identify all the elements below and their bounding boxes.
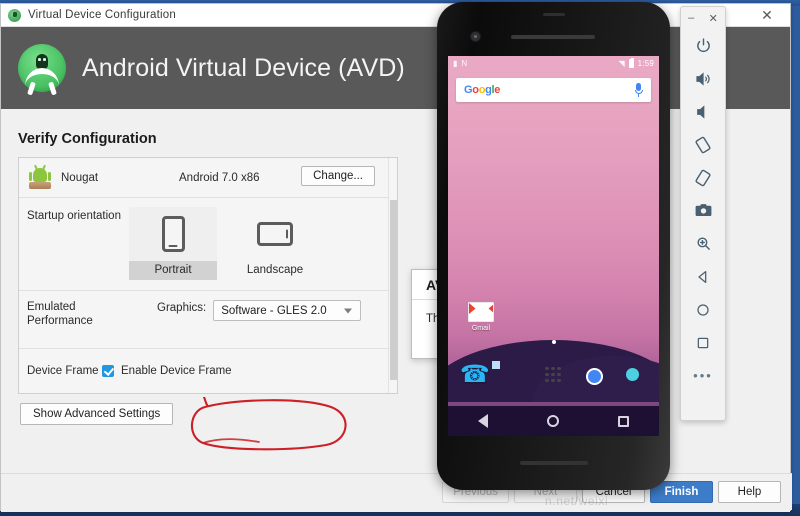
microphone-icon[interactable]: [634, 83, 643, 97]
virtual-device-configuration-window: Virtual Device Configuration ✕ Android V…: [0, 3, 792, 512]
home-app-gmail-label: Gmail: [471, 325, 491, 332]
close-icon[interactable]: ✕: [744, 4, 790, 26]
home-icon[interactable]: [686, 293, 720, 326]
camera-icon[interactable]: [686, 194, 720, 227]
system-image-name: Nougat: [61, 171, 99, 184]
help-button[interactable]: Help: [718, 481, 781, 503]
graphics-label: Graphics:: [157, 302, 207, 314]
graphics-dropdown-value: Software - GLES 2.0: [221, 304, 327, 317]
overview-icon[interactable]: [686, 326, 720, 359]
gmail-icon: [468, 302, 494, 322]
phone-landscape-icon: [231, 207, 319, 261]
emulated-performance-label: Emulated Performance: [27, 300, 129, 328]
status-bar-clock: 1:59: [637, 59, 654, 68]
battery-icon: [628, 57, 634, 68]
graphics-dropdown[interactable]: Software - GLES 2.0: [213, 300, 362, 321]
speaker-grille-top: [542, 13, 565, 16]
orientation-option-portrait-label: Portrait: [129, 261, 217, 280]
device-frame-row: Device Frame Enable Device Frame: [19, 349, 397, 392]
phone-portrait-icon: [129, 207, 217, 261]
emulator-device-frame[interactable]: ▮ N ◥ 1:59 Google Gmail ☎: [437, 2, 670, 490]
red-ellipse-annotation: [190, 397, 347, 451]
nav-overview-square-icon[interactable]: [618, 415, 630, 427]
app-drawer-icon[interactable]: [539, 361, 567, 389]
change-button[interactable]: Change...: [301, 166, 375, 186]
startup-orientation-label: Startup orientation: [27, 210, 121, 222]
enable-device-frame-label: Enable Device Frame: [121, 364, 232, 377]
show-advanced-settings-button[interactable]: Show Advanced Settings: [20, 403, 174, 425]
emulated-performance-row: Emulated Performance Graphics: Software …: [19, 291, 397, 349]
app-dock: ☎: [448, 352, 659, 398]
toolbar-window-controls: – ✕: [681, 7, 725, 29]
system-image-api: Android 7.0 x86: [179, 171, 260, 184]
rotate-left-icon[interactable]: [686, 128, 720, 161]
page-dot-icon: [551, 340, 556, 344]
nav-home-circle-icon[interactable]: [546, 415, 559, 427]
earpiece-icon: [511, 35, 595, 39]
emulator-toolbar: – ✕ •••: [680, 6, 726, 421]
window-title: Virtual Device Configuration: [28, 9, 176, 21]
navigation-bar: [448, 406, 659, 436]
emulator-screen[interactable]: ▮ N ◥ 1:59 Google Gmail ☎: [448, 56, 659, 436]
wizard-body: Verify Configuration Nougat Android 7.0 …: [1, 109, 790, 512]
avd-banner: Android Virtual Device (AVD): [1, 27, 790, 109]
wifi-icon: ◥: [618, 58, 625, 68]
phone-dialer-icon[interactable]: ☎: [460, 361, 490, 389]
chevron-down-icon: [344, 308, 353, 313]
speaker-grille-bottom: [519, 461, 588, 465]
enable-device-frame-checkbox[interactable]: [102, 364, 114, 377]
wizard-footer: Previous Next Cancel Finish Help: [1, 473, 792, 510]
volume-down-icon[interactable]: [686, 95, 720, 128]
banner-title: Android Virtual Device (AVD): [82, 53, 405, 82]
perf-label-line1: Emulated: [27, 301, 76, 313]
orientation-option-portrait[interactable]: Portrait: [129, 207, 217, 290]
power-icon[interactable]: [686, 29, 720, 62]
nav-back-triangle-icon[interactable]: [477, 414, 488, 428]
messages-icon[interactable]: [491, 361, 528, 389]
rotate-right-icon[interactable]: [686, 161, 720, 194]
back-icon[interactable]: [686, 260, 720, 293]
sim-card-icon: ▮: [453, 58, 458, 68]
google-search-widget[interactable]: Google: [456, 78, 651, 102]
panel-scrollbar[interactable]: [388, 158, 397, 393]
orientation-choices: Portrait Landscape: [129, 207, 319, 290]
front-camera-icon: [470, 31, 481, 42]
android-head-icon: [8, 8, 21, 22]
orientation-option-landscape-label: Landscape: [246, 264, 304, 276]
chrome-icon[interactable]: [579, 361, 607, 389]
home-app-gmail[interactable]: Gmail: [460, 302, 502, 332]
window-titlebar: Virtual Device Configuration ✕: [1, 4, 790, 27]
configuration-panel: Nougat Android 7.0 x86 Change... Startup…: [18, 157, 398, 394]
page-title: Verify Configuration: [18, 131, 157, 147]
zoom-icon[interactable]: [686, 227, 720, 260]
photos-icon[interactable]: [619, 361, 647, 389]
status-bar-left: ▮ N: [453, 58, 468, 68]
nfc-icon: N: [461, 58, 468, 68]
android-studio-avd-logo: [18, 44, 66, 92]
device-frame-label: Device Frame: [27, 364, 99, 377]
google-logo: Google: [464, 84, 501, 96]
orientation-option-landscape[interactable]: Landscape: [231, 207, 319, 290]
volume-up-icon[interactable]: [686, 62, 720, 95]
status-bar-right: ◥ 1:59: [618, 57, 654, 68]
close-icon[interactable]: ✕: [709, 12, 718, 25]
status-bar: ▮ N ◥ 1:59: [448, 56, 659, 71]
perf-label-line2: Performance: [27, 315, 93, 327]
startup-orientation-row: Startup orientation Portrait Landscape: [19, 198, 397, 291]
screen-root: Virtual Device Configuration ✕ Android V…: [0, 0, 800, 516]
system-image-row: Nougat Android 7.0 x86 Change...: [19, 158, 397, 198]
panel-scrollbar-thumb[interactable]: [390, 200, 397, 380]
more-icon[interactable]: •••: [686, 359, 720, 392]
minimize-icon[interactable]: –: [688, 12, 694, 24]
bugdroid-statue-icon: [27, 164, 53, 191]
